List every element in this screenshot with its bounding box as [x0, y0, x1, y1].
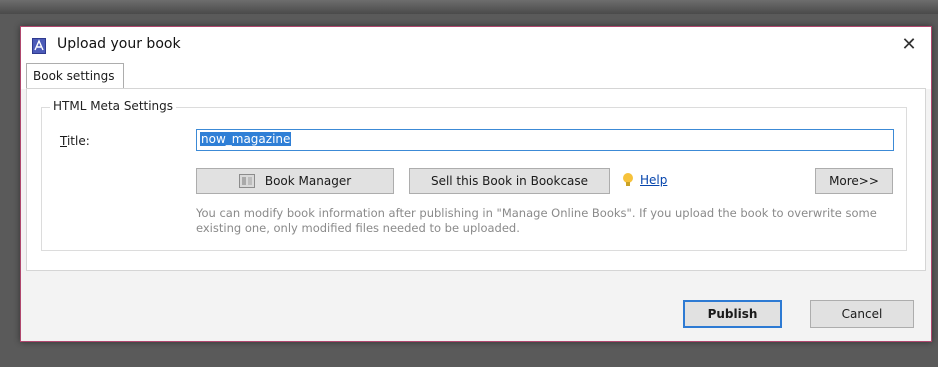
dialog-footer: Publish Cancel	[21, 277, 931, 337]
title-label: Title:	[60, 134, 90, 148]
cancel-button[interactable]: Cancel	[810, 300, 914, 328]
lightbulb-icon	[623, 173, 633, 186]
book-settings-panel: HTML Meta Settings Title: now_magazine B…	[26, 88, 926, 271]
tab-strip: Book settings	[21, 63, 931, 89]
book-manager-icon	[238, 174, 255, 188]
html-meta-settings-group: HTML Meta Settings Title: now_magazine B…	[41, 99, 907, 251]
pdf-app-icon	[32, 38, 46, 54]
sell-in-bookcase-button[interactable]: Sell this Book in Bookcase	[409, 168, 610, 194]
publish-button[interactable]: Publish	[683, 300, 782, 328]
upload-dialog: Upload your book ✕ Book settings HTML Me…	[20, 26, 932, 342]
title-bar: Upload your book ✕	[21, 27, 931, 63]
dialog-title: Upload your book	[57, 36, 181, 52]
help-link[interactable]: Help	[640, 173, 667, 187]
book-manager-label: Book Manager	[264, 174, 352, 188]
close-icon[interactable]: ✕	[897, 34, 921, 56]
group-legend: HTML Meta Settings	[50, 99, 177, 113]
help-area: Help	[622, 172, 667, 188]
title-input[interactable]: now_magazine	[196, 129, 894, 151]
more-button[interactable]: More>>	[815, 168, 893, 194]
book-manager-button[interactable]: Book Manager	[196, 168, 394, 194]
tab-book-settings[interactable]: Book settings	[26, 63, 124, 89]
title-label-accelerator: T	[60, 134, 67, 148]
desktop-backdrop	[0, 0, 938, 14]
title-input-value: now_magazine	[200, 132, 292, 146]
title-label-rest: itle:	[66, 134, 90, 148]
info-note: You can modify book information after pu…	[196, 206, 877, 235]
